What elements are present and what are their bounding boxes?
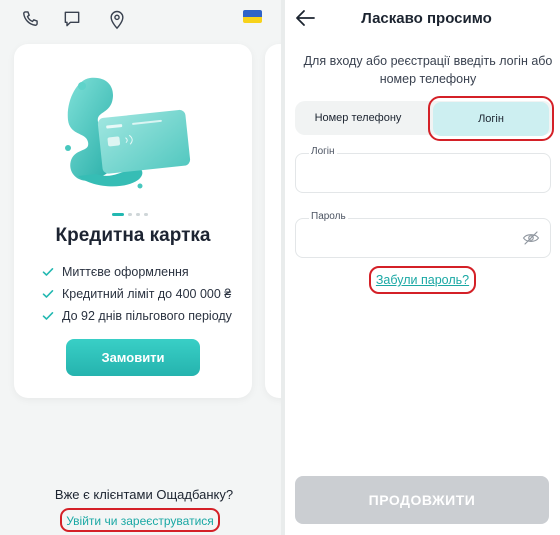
password-input[interactable] xyxy=(306,227,516,251)
check-icon xyxy=(42,268,54,276)
login-instruction: Для входу або реєстрації введіть логін а… xyxy=(303,54,553,86)
forgot-password-label: Забули пароль? xyxy=(375,273,470,287)
login-screen: Ласкаво просимо Для входу або реєстрації… xyxy=(285,0,560,535)
tab-phone-number[interactable]: Номер телефону xyxy=(299,103,417,133)
existing-client-question: Вже є клієнтами Ощадбанку? xyxy=(54,487,234,502)
carousel-dot[interactable] xyxy=(112,213,124,216)
next-offer-card[interactable] xyxy=(265,44,281,398)
password-field-label: Пароль xyxy=(309,211,348,222)
chat-icon[interactable] xyxy=(59,8,85,30)
tab-login-highlight: Логін xyxy=(428,96,554,141)
ukraine-flag-icon[interactable] xyxy=(243,10,262,23)
page-title: Ласкаво просимо xyxy=(361,10,492,27)
order-button[interactable]: Замовити xyxy=(66,339,200,376)
carousel-dot[interactable] xyxy=(128,213,132,216)
check-icon xyxy=(42,290,54,298)
continue-button[interactable]: ПРОДОВЖИТИ xyxy=(295,476,549,524)
credit-card-offer: Кредитна картка Миттєве оформлення Креди… xyxy=(14,44,252,398)
login-field-label: Логін xyxy=(309,146,337,157)
login-or-register-link[interactable]: Увійти чи зареєструватися xyxy=(60,508,220,532)
feature-text: Миттєве оформлення xyxy=(62,265,189,279)
location-pin-icon[interactable] xyxy=(104,8,130,30)
login-field[interactable]: Логін xyxy=(295,146,551,193)
feature-list: Миттєве оформлення Кредитний ліміт до 40… xyxy=(42,261,232,327)
feature-item: Миттєве оформлення xyxy=(42,261,232,283)
feature-item: Кредитний ліміт до 400 000 ₴ xyxy=(42,283,232,305)
forgot-password-link[interactable]: Забули пароль? xyxy=(369,266,476,294)
check-icon xyxy=(42,312,54,320)
card-title: Кредитна картка xyxy=(55,225,211,246)
login-method-switch: Номер телефону Логін xyxy=(295,96,554,141)
carousel-dot[interactable] xyxy=(144,213,148,216)
hide-password-icon[interactable] xyxy=(522,230,540,246)
carousel-dot[interactable] xyxy=(136,213,140,216)
promo-screen: Кредитна картка Миттєве оформлення Креди… xyxy=(0,0,281,535)
login-input[interactable] xyxy=(306,162,516,186)
carousel-indicator[interactable] xyxy=(112,213,148,216)
phone-icon[interactable] xyxy=(17,8,43,30)
tab-login[interactable]: Логін xyxy=(433,101,549,136)
feature-text: Кредитний ліміт до 400 000 ₴ xyxy=(62,287,232,301)
password-field[interactable]: Пароль xyxy=(295,211,551,258)
feature-text: До 92 днів пільгового періоду xyxy=(62,309,232,323)
feature-item: До 92 днів пільгового періоду xyxy=(42,305,232,327)
credit-card-illustration xyxy=(65,77,191,189)
